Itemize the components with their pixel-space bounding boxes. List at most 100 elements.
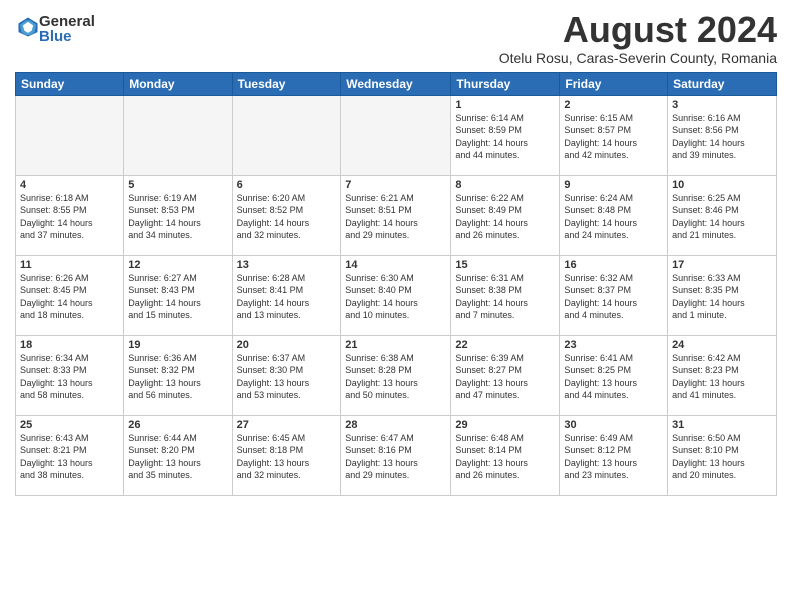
day-cell: 3Sunrise: 6:16 AM Sunset: 8:56 PM Daylig… (668, 95, 777, 175)
day-cell: 17Sunrise: 6:33 AM Sunset: 8:35 PM Dayli… (668, 255, 777, 335)
day-number: 12 (128, 259, 227, 271)
day-info: Sunrise: 6:27 AM Sunset: 8:43 PM Dayligh… (128, 272, 227, 322)
day-info: Sunrise: 6:49 AM Sunset: 8:12 PM Dayligh… (564, 432, 663, 482)
col-header-wednesday: Wednesday (341, 72, 451, 95)
day-cell (16, 95, 124, 175)
day-number: 9 (564, 179, 663, 191)
day-cell: 23Sunrise: 6:41 AM Sunset: 8:25 PM Dayli… (560, 335, 668, 415)
day-cell: 10Sunrise: 6:25 AM Sunset: 8:46 PM Dayli… (668, 175, 777, 255)
day-number: 30 (564, 419, 663, 431)
logo-icon (17, 16, 39, 38)
day-number: 14 (345, 259, 446, 271)
day-info: Sunrise: 6:31 AM Sunset: 8:38 PM Dayligh… (455, 272, 555, 322)
day-cell: 18Sunrise: 6:34 AM Sunset: 8:33 PM Dayli… (16, 335, 124, 415)
col-header-saturday: Saturday (668, 72, 777, 95)
day-info: Sunrise: 6:41 AM Sunset: 8:25 PM Dayligh… (564, 352, 663, 402)
day-cell: 27Sunrise: 6:45 AM Sunset: 8:18 PM Dayli… (232, 415, 341, 495)
day-cell: 25Sunrise: 6:43 AM Sunset: 8:21 PM Dayli… (16, 415, 124, 495)
day-info: Sunrise: 6:48 AM Sunset: 8:14 PM Dayligh… (455, 432, 555, 482)
day-cell: 31Sunrise: 6:50 AM Sunset: 8:10 PM Dayli… (668, 415, 777, 495)
day-info: Sunrise: 6:43 AM Sunset: 8:21 PM Dayligh… (20, 432, 119, 482)
logo-blue-text: Blue (39, 29, 95, 44)
week-row-4: 18Sunrise: 6:34 AM Sunset: 8:33 PM Dayli… (16, 335, 777, 415)
day-cell: 21Sunrise: 6:38 AM Sunset: 8:28 PM Dayli… (341, 335, 451, 415)
day-number: 28 (345, 419, 446, 431)
day-cell: 20Sunrise: 6:37 AM Sunset: 8:30 PM Dayli… (232, 335, 341, 415)
day-info: Sunrise: 6:24 AM Sunset: 8:48 PM Dayligh… (564, 192, 663, 242)
day-cell (124, 95, 232, 175)
week-row-1: 1Sunrise: 6:14 AM Sunset: 8:59 PM Daylig… (16, 95, 777, 175)
day-cell: 4Sunrise: 6:18 AM Sunset: 8:55 PM Daylig… (16, 175, 124, 255)
day-info: Sunrise: 6:20 AM Sunset: 8:52 PM Dayligh… (237, 192, 337, 242)
day-cell: 24Sunrise: 6:42 AM Sunset: 8:23 PM Dayli… (668, 335, 777, 415)
day-cell: 12Sunrise: 6:27 AM Sunset: 8:43 PM Dayli… (124, 255, 232, 335)
day-number: 17 (672, 259, 772, 271)
day-number: 24 (672, 339, 772, 351)
day-cell: 14Sunrise: 6:30 AM Sunset: 8:40 PM Dayli… (341, 255, 451, 335)
day-cell: 29Sunrise: 6:48 AM Sunset: 8:14 PM Dayli… (451, 415, 560, 495)
day-info: Sunrise: 6:32 AM Sunset: 8:37 PM Dayligh… (564, 272, 663, 322)
day-cell: 5Sunrise: 6:19 AM Sunset: 8:53 PM Daylig… (124, 175, 232, 255)
calendar-table: SundayMondayTuesdayWednesdayThursdayFrid… (15, 72, 777, 496)
week-row-5: 25Sunrise: 6:43 AM Sunset: 8:21 PM Dayli… (16, 415, 777, 495)
location-subtitle: Otelu Rosu, Caras-Severin County, Romani… (499, 50, 777, 66)
day-info: Sunrise: 6:21 AM Sunset: 8:51 PM Dayligh… (345, 192, 446, 242)
day-number: 22 (455, 339, 555, 351)
day-number: 21 (345, 339, 446, 351)
day-info: Sunrise: 6:42 AM Sunset: 8:23 PM Dayligh… (672, 352, 772, 402)
title-block: August 2024 Otelu Rosu, Caras-Severin Co… (499, 10, 777, 66)
day-cell: 13Sunrise: 6:28 AM Sunset: 8:41 PM Dayli… (232, 255, 341, 335)
day-number: 29 (455, 419, 555, 431)
day-cell (232, 95, 341, 175)
day-cell: 1Sunrise: 6:14 AM Sunset: 8:59 PM Daylig… (451, 95, 560, 175)
calendar-header: SundayMondayTuesdayWednesdayThursdayFrid… (16, 72, 777, 95)
day-info: Sunrise: 6:28 AM Sunset: 8:41 PM Dayligh… (237, 272, 337, 322)
week-row-2: 4Sunrise: 6:18 AM Sunset: 8:55 PM Daylig… (16, 175, 777, 255)
calendar-body: 1Sunrise: 6:14 AM Sunset: 8:59 PM Daylig… (16, 95, 777, 495)
day-number: 10 (672, 179, 772, 191)
day-info: Sunrise: 6:26 AM Sunset: 8:45 PM Dayligh… (20, 272, 119, 322)
day-info: Sunrise: 6:14 AM Sunset: 8:59 PM Dayligh… (455, 112, 555, 162)
day-number: 23 (564, 339, 663, 351)
day-cell: 26Sunrise: 6:44 AM Sunset: 8:20 PM Dayli… (124, 415, 232, 495)
logo-text: General Blue (39, 14, 95, 44)
day-cell: 15Sunrise: 6:31 AM Sunset: 8:38 PM Dayli… (451, 255, 560, 335)
day-info: Sunrise: 6:45 AM Sunset: 8:18 PM Dayligh… (237, 432, 337, 482)
day-cell: 19Sunrise: 6:36 AM Sunset: 8:32 PM Dayli… (124, 335, 232, 415)
day-info: Sunrise: 6:25 AM Sunset: 8:46 PM Dayligh… (672, 192, 772, 242)
day-number: 4 (20, 179, 119, 191)
day-cell: 9Sunrise: 6:24 AM Sunset: 8:48 PM Daylig… (560, 175, 668, 255)
day-info: Sunrise: 6:50 AM Sunset: 8:10 PM Dayligh… (672, 432, 772, 482)
day-number: 25 (20, 419, 119, 431)
day-cell: 2Sunrise: 6:15 AM Sunset: 8:57 PM Daylig… (560, 95, 668, 175)
day-cell: 22Sunrise: 6:39 AM Sunset: 8:27 PM Dayli… (451, 335, 560, 415)
col-header-friday: Friday (560, 72, 668, 95)
day-cell: 16Sunrise: 6:32 AM Sunset: 8:37 PM Dayli… (560, 255, 668, 335)
day-info: Sunrise: 6:16 AM Sunset: 8:56 PM Dayligh… (672, 112, 772, 162)
day-number: 31 (672, 419, 772, 431)
page: General Blue August 2024 Otelu Rosu, Car… (0, 0, 792, 612)
day-number: 1 (455, 99, 555, 111)
month-year-title: August 2024 (499, 10, 777, 50)
day-number: 27 (237, 419, 337, 431)
day-number: 5 (128, 179, 227, 191)
day-cell (341, 95, 451, 175)
day-number: 20 (237, 339, 337, 351)
day-info: Sunrise: 6:34 AM Sunset: 8:33 PM Dayligh… (20, 352, 119, 402)
col-header-thursday: Thursday (451, 72, 560, 95)
day-info: Sunrise: 6:44 AM Sunset: 8:20 PM Dayligh… (128, 432, 227, 482)
day-info: Sunrise: 6:33 AM Sunset: 8:35 PM Dayligh… (672, 272, 772, 322)
day-info: Sunrise: 6:38 AM Sunset: 8:28 PM Dayligh… (345, 352, 446, 402)
col-header-monday: Monday (124, 72, 232, 95)
day-number: 7 (345, 179, 446, 191)
day-info: Sunrise: 6:18 AM Sunset: 8:55 PM Dayligh… (20, 192, 119, 242)
logo: General Blue (15, 14, 95, 44)
logo-general-text: General (39, 14, 95, 29)
day-info: Sunrise: 6:15 AM Sunset: 8:57 PM Dayligh… (564, 112, 663, 162)
col-header-tuesday: Tuesday (232, 72, 341, 95)
day-info: Sunrise: 6:19 AM Sunset: 8:53 PM Dayligh… (128, 192, 227, 242)
day-cell: 7Sunrise: 6:21 AM Sunset: 8:51 PM Daylig… (341, 175, 451, 255)
day-number: 26 (128, 419, 227, 431)
col-header-sunday: Sunday (16, 72, 124, 95)
day-cell: 11Sunrise: 6:26 AM Sunset: 8:45 PM Dayli… (16, 255, 124, 335)
